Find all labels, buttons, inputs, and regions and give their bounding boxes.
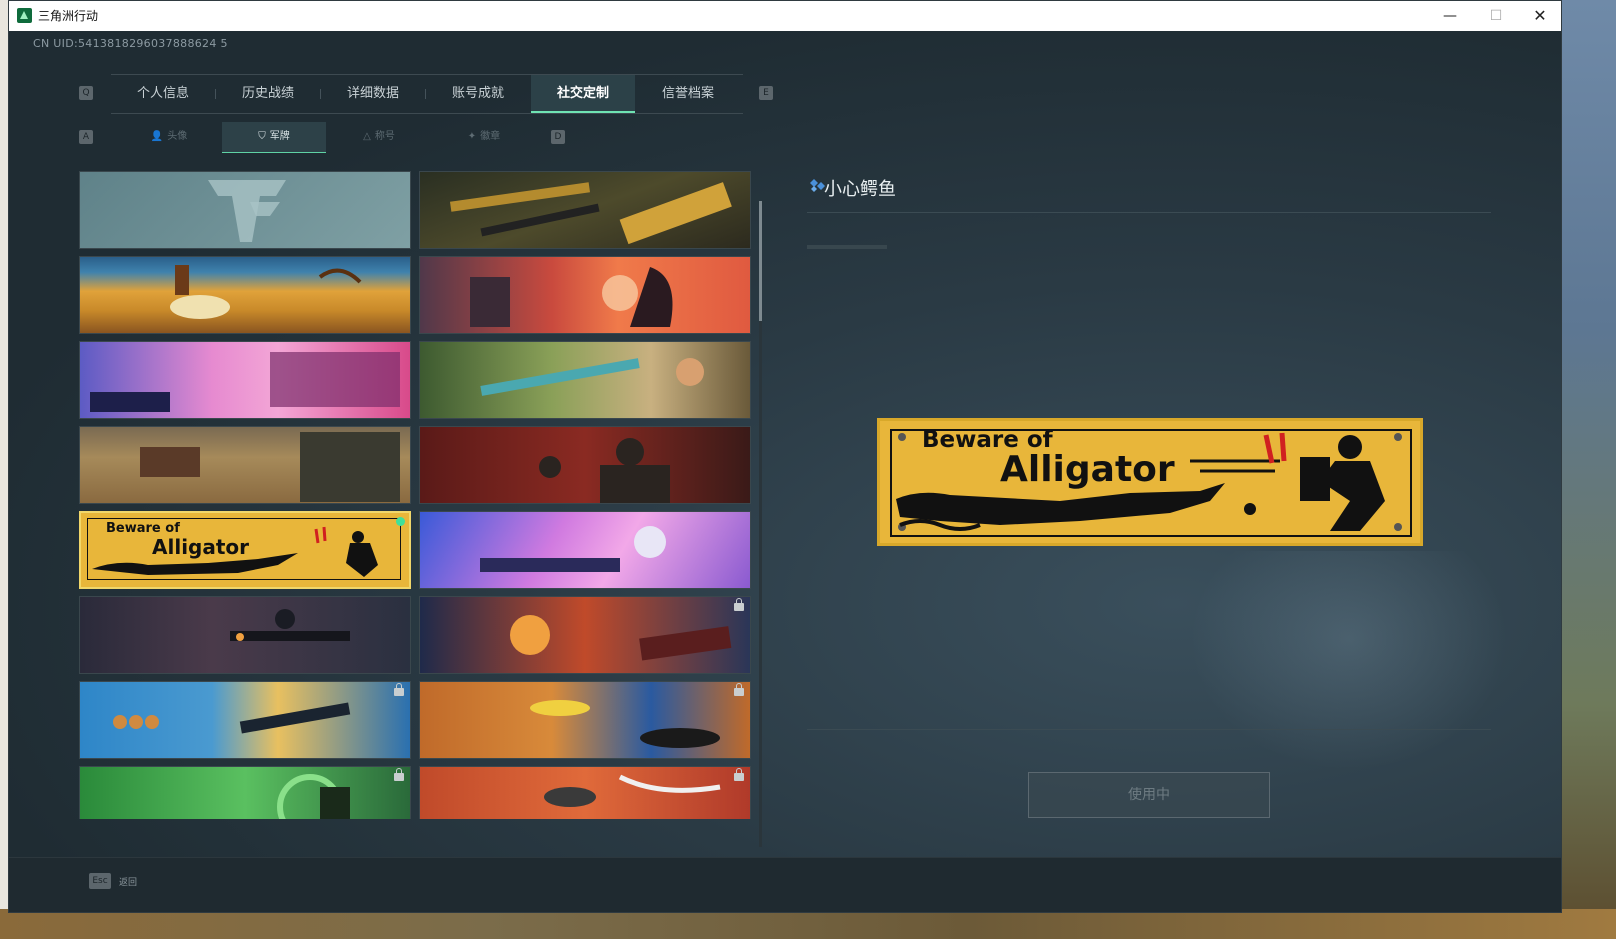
dogtag-card[interactable]	[79, 681, 411, 759]
subtab-title[interactable]: △ 称号	[327, 122, 431, 152]
desktop-left-edge	[0, 0, 8, 939]
scroll-thumb[interactable]	[759, 201, 762, 321]
dogtag-card[interactable]	[419, 341, 751, 419]
subtab-label: 称号	[374, 131, 395, 142]
grid-scrollbar[interactable]	[759, 201, 762, 847]
person-icon: 👤	[150, 131, 164, 142]
subtab-label: 军牌	[269, 131, 290, 142]
orange-drones-art	[530, 700, 720, 748]
dogtag-card[interactable]	[419, 256, 751, 334]
alligator-plate-large: Beware of Alligator	[877, 418, 1423, 546]
subtab-label: 头像	[167, 131, 188, 142]
lock-icon	[734, 598, 744, 611]
equipped-indicator	[396, 517, 405, 526]
close-button[interactable]: ✕	[1517, 1, 1563, 31]
pink-city-art	[90, 352, 400, 412]
dogtag-card[interactable]	[419, 596, 751, 674]
dogtag-card[interactable]	[419, 511, 751, 589]
tab-reputation[interactable]: 信誉档案	[636, 75, 740, 113]
emblem-icon: ✦	[467, 131, 477, 142]
badge-icon: ⛉	[258, 131, 266, 142]
tab-personal-info[interactable]: 个人信息	[111, 75, 215, 113]
desert-surreal-art	[170, 265, 362, 319]
desktop-right-edge	[1560, 0, 1616, 939]
minimize-button[interactable]: —	[1427, 1, 1473, 31]
dogtag-card[interactable]	[419, 681, 751, 759]
dogtag-card[interactable]	[79, 766, 411, 819]
anime-silver-art	[480, 526, 666, 572]
window-title: 三角洲行动	[38, 9, 99, 23]
lock-icon	[394, 683, 404, 696]
dogtag-card[interactable]	[419, 171, 751, 249]
alligator-plate-small: Beware of Alligator	[87, 518, 401, 580]
dogtag-card[interactable]	[79, 256, 411, 334]
subtab-right-key[interactable]: D	[551, 130, 565, 144]
red-shark-art	[544, 774, 721, 807]
alligator-art-large	[896, 432, 1402, 531]
detail-divider-bottom	[807, 729, 1491, 730]
dogtag-card[interactable]	[79, 341, 411, 419]
bottom-bar: Esc 返回	[9, 857, 1561, 912]
main-tab-bar: 个人信息 历史战绩 详细数据 账号成就 社交定制 信誉档案	[111, 74, 743, 114]
weapons-table-art	[449, 182, 732, 245]
lock-icon	[734, 768, 744, 781]
title-bar: 三角洲行动 — ☐ ✕	[9, 1, 1561, 31]
esc-key-hint[interactable]: Esc	[89, 873, 111, 889]
dogtag-card[interactable]	[79, 171, 411, 249]
blue-cookies-art	[113, 702, 351, 734]
subtab-emblem[interactable]: ✦ 徽章	[432, 122, 536, 152]
app-logo-icon	[17, 8, 32, 23]
detail-divider-top	[807, 212, 1491, 213]
in-use-button[interactable]: 使用中	[1028, 772, 1270, 818]
tab-left-key[interactable]: Q	[79, 86, 93, 100]
lock-icon	[734, 683, 744, 696]
night-assault-art	[230, 609, 350, 641]
dogtag-card[interactable]	[79, 596, 411, 674]
maximize-button[interactable]: ☐	[1473, 1, 1519, 31]
main-content: CN UID:5413818296037888624 5 Q 个人信息 历史战绩…	[9, 31, 1561, 912]
back-label[interactable]: 返回	[119, 875, 137, 888]
subtab-left-key[interactable]: A	[79, 130, 93, 144]
dogtag-card[interactable]	[419, 766, 751, 819]
tab-achievements[interactable]: 账号成就	[426, 75, 530, 113]
subtab-avatar[interactable]: 👤 头像	[117, 122, 221, 152]
sunset-girl-art	[470, 267, 673, 327]
explosion-orange-art	[510, 615, 732, 661]
alligator-art-small	[92, 526, 378, 577]
dogtag-card[interactable]	[419, 426, 751, 504]
tab-right-key[interactable]: E	[759, 86, 773, 100]
engineer-girl-art	[480, 358, 704, 396]
lock-icon	[394, 768, 404, 781]
detail-placeholder-line	[807, 245, 887, 249]
soldiers-red-art	[539, 438, 670, 503]
default-logo-art	[208, 180, 286, 242]
subtab-dogtag[interactable]: ⛉ 军牌	[222, 122, 326, 153]
player-uid: CN UID:5413818296037888624 5	[33, 37, 228, 50]
green-swirl-art	[277, 774, 350, 819]
dogtag-card-selected[interactable]: Beware of Alligator	[79, 511, 411, 589]
desktop-bottom-edge	[0, 909, 1616, 939]
dogtag-name: 小心鳄鱼	[824, 179, 896, 200]
subtab-label: 徽章	[480, 131, 501, 142]
tab-detailed-data[interactable]: 详细数据	[321, 75, 425, 113]
title-icon: △	[363, 131, 371, 142]
dogtag-card[interactable]	[79, 426, 411, 504]
game-window: 三角洲行动 — ☐ ✕ CN UID:5413818296037888624 5…	[8, 0, 1562, 913]
tab-history[interactable]: 历史战绩	[216, 75, 320, 113]
tab-social-custom[interactable]: 社交定制	[531, 75, 635, 113]
sub-tab-bar: 👤 头像 ⛉ 军牌 △ 称号 ✦ 徽章	[117, 122, 537, 153]
dogtag-grid: Beware of Alligator	[79, 171, 759, 819]
storm-background	[1189, 551, 1509, 771]
desert-town-art	[140, 432, 400, 502]
